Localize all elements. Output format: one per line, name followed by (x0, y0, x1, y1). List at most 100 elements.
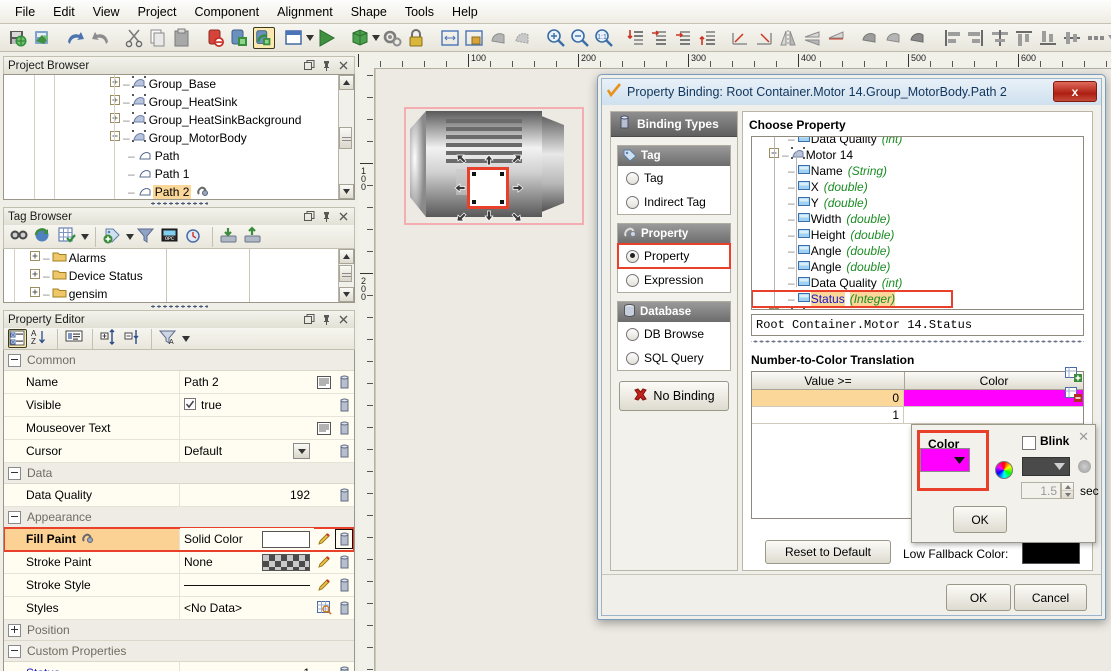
reset-to-default-button[interactable]: Reset to Default (765, 540, 891, 564)
scroll-thumb[interactable] (339, 265, 352, 282)
table-row[interactable]: 1 (752, 407, 1083, 424)
timer-icon[interactable] (184, 226, 206, 248)
expander-plus-icon[interactable] (110, 77, 121, 91)
binding-icon[interactable] (334, 662, 354, 671)
color-picker-popup[interactable]: Color Blink 1.5 sec OK ✕ (911, 424, 1096, 543)
splitter-tag-property[interactable] (0, 303, 358, 310)
close-icon[interactable] (336, 313, 350, 327)
property-value[interactable] (180, 417, 314, 439)
property-value-line[interactable] (180, 574, 314, 596)
shape-union-icon[interactable] (907, 27, 929, 49)
prop-node-group-base[interactable]: – Group_Base (752, 307, 1083, 310)
expander-plus-icon[interactable] (110, 95, 121, 109)
radio-dot-icon[interactable] (626, 196, 639, 209)
scroll-down-icon[interactable] (339, 184, 354, 199)
property-row-stroke-paint[interactable]: Stroke Paint None (4, 551, 354, 574)
tag-item-gensim[interactable]: – gensim (4, 285, 339, 303)
scroll-up-icon[interactable] (339, 249, 354, 264)
fit-selection-icon[interactable] (463, 27, 485, 49)
redo-icon[interactable] (89, 27, 111, 49)
radio-dot-icon[interactable] (626, 274, 639, 287)
property-row-name[interactable]: Name Path 2 (4, 371, 354, 394)
scroll-up-icon[interactable] (339, 75, 354, 90)
scroll-thumb[interactable] (339, 127, 352, 149)
expander-minus-icon[interactable] (110, 131, 121, 145)
cell-value[interactable]: 1 (752, 407, 904, 424)
prop-node-data-quality-top[interactable]: – Data Quality (int) (752, 136, 1083, 147)
property-group-common[interactable]: Common (4, 350, 354, 371)
flip-v-icon[interactable] (825, 27, 847, 49)
pin-icon[interactable] (319, 313, 333, 327)
tag-grid-icon[interactable] (57, 226, 79, 248)
shape-dim2-icon[interactable] (511, 27, 533, 49)
radio-db-browse[interactable]: DB Browse (618, 322, 730, 346)
radio-tag[interactable]: Tag (618, 166, 730, 190)
binding-icon[interactable] (334, 394, 354, 416)
zoom-out-icon[interactable] (569, 27, 591, 49)
tag-browser-tree[interactable]: – Alarms – Device Status – gensim (3, 249, 355, 303)
fit-window-icon[interactable] (439, 27, 461, 49)
bring-front-icon[interactable] (623, 27, 645, 49)
paste-icon[interactable] (171, 27, 193, 49)
binding-icon[interactable] (334, 597, 354, 619)
radio-dot-icon[interactable] (626, 172, 639, 185)
cut-icon[interactable] (123, 27, 145, 49)
project-browser-tree[interactable]: – Group_Base – Group_HeatSink – Group_He… (3, 74, 355, 200)
binding-icon[interactable] (334, 551, 354, 573)
scroll-down-icon[interactable] (339, 287, 354, 302)
preview-play-icon[interactable] (315, 27, 337, 49)
group-icon[interactable] (859, 27, 881, 49)
ungroup-icon[interactable] (883, 27, 905, 49)
dropdown-arrow-icon[interactable] (125, 226, 135, 248)
property-row-status[interactable]: Status 1 (4, 662, 354, 671)
opc-icon[interactable]: OPC (160, 226, 182, 248)
import-tags-icon[interactable] (219, 226, 241, 248)
radio-dot-icon[interactable] (626, 328, 639, 341)
prop-node-angle-2[interactable]: – Angle (double) (752, 259, 1083, 275)
blink-color-dropdown[interactable] (1022, 457, 1070, 476)
property-group-position[interactable]: Position (4, 620, 354, 641)
copy-icon[interactable] (147, 27, 169, 49)
property-value-fill[interactable]: Solid Color (180, 528, 314, 550)
dropdown-arrow-icon[interactable] (80, 226, 90, 248)
property-group-custom-properties[interactable]: Custom Properties (4, 641, 354, 662)
collapse-icon[interactable] (8, 354, 21, 367)
publish-dropdown-arrow-icon[interactable] (372, 27, 380, 49)
color-wheel-icon[interactable] (995, 461, 1013, 479)
prop-node-y[interactable]: – Y (double) (752, 195, 1083, 211)
rotate-left-icon[interactable] (729, 27, 751, 49)
flip-icon[interactable] (801, 27, 823, 49)
stepper-up-icon[interactable] (1062, 483, 1073, 490)
collapse-icon[interactable] (8, 511, 21, 524)
binding-icon[interactable] (334, 440, 354, 462)
property-group-appearance[interactable]: Appearance (4, 507, 354, 528)
low-fallback-color-swatch[interactable] (1022, 542, 1080, 564)
cell-color-swatch[interactable] (904, 390, 1083, 407)
save-icon[interactable] (7, 27, 29, 49)
color-swatch-dropdown[interactable] (920, 448, 970, 472)
ok-button[interactable]: OK (946, 584, 1011, 611)
choose-property-tree[interactable]: – Data Quality (int) – Motor 14 – (751, 136, 1084, 310)
categorized-icon[interactable] (8, 329, 27, 348)
table-row[interactable]: 0 (752, 390, 1083, 407)
property-group-data[interactable]: Data (4, 463, 354, 484)
radio-dot-selected-icon[interactable] (626, 250, 639, 263)
new-window-icon[interactable] (283, 27, 305, 49)
property-row-styles[interactable]: Styles <No Data> (4, 597, 354, 620)
blink-rate-input[interactable]: 1.5 (1021, 482, 1061, 499)
binding-icon[interactable] (334, 484, 354, 506)
prop-node-width[interactable]: – Width (double) (752, 211, 1083, 227)
prop-node-status[interactable]: – Status (Integer) (752, 291, 952, 307)
pin-icon[interactable] (319, 59, 333, 73)
motor-component[interactable] (404, 107, 584, 225)
close-icon[interactable]: ✕ (1078, 429, 1089, 445)
radio-expression[interactable]: Expression (618, 268, 730, 292)
align-right-icon[interactable] (965, 27, 987, 49)
chevron-down-icon[interactable] (293, 443, 310, 459)
menu-item-view[interactable]: View (84, 2, 129, 22)
add-row-icon[interactable] (1064, 365, 1084, 385)
stroke-color-swatch[interactable] (262, 554, 310, 571)
lock-icon[interactable] (405, 27, 427, 49)
tag-item-alarms[interactable]: – Alarms (4, 249, 339, 267)
shape-dim1-icon[interactable] (487, 27, 509, 49)
